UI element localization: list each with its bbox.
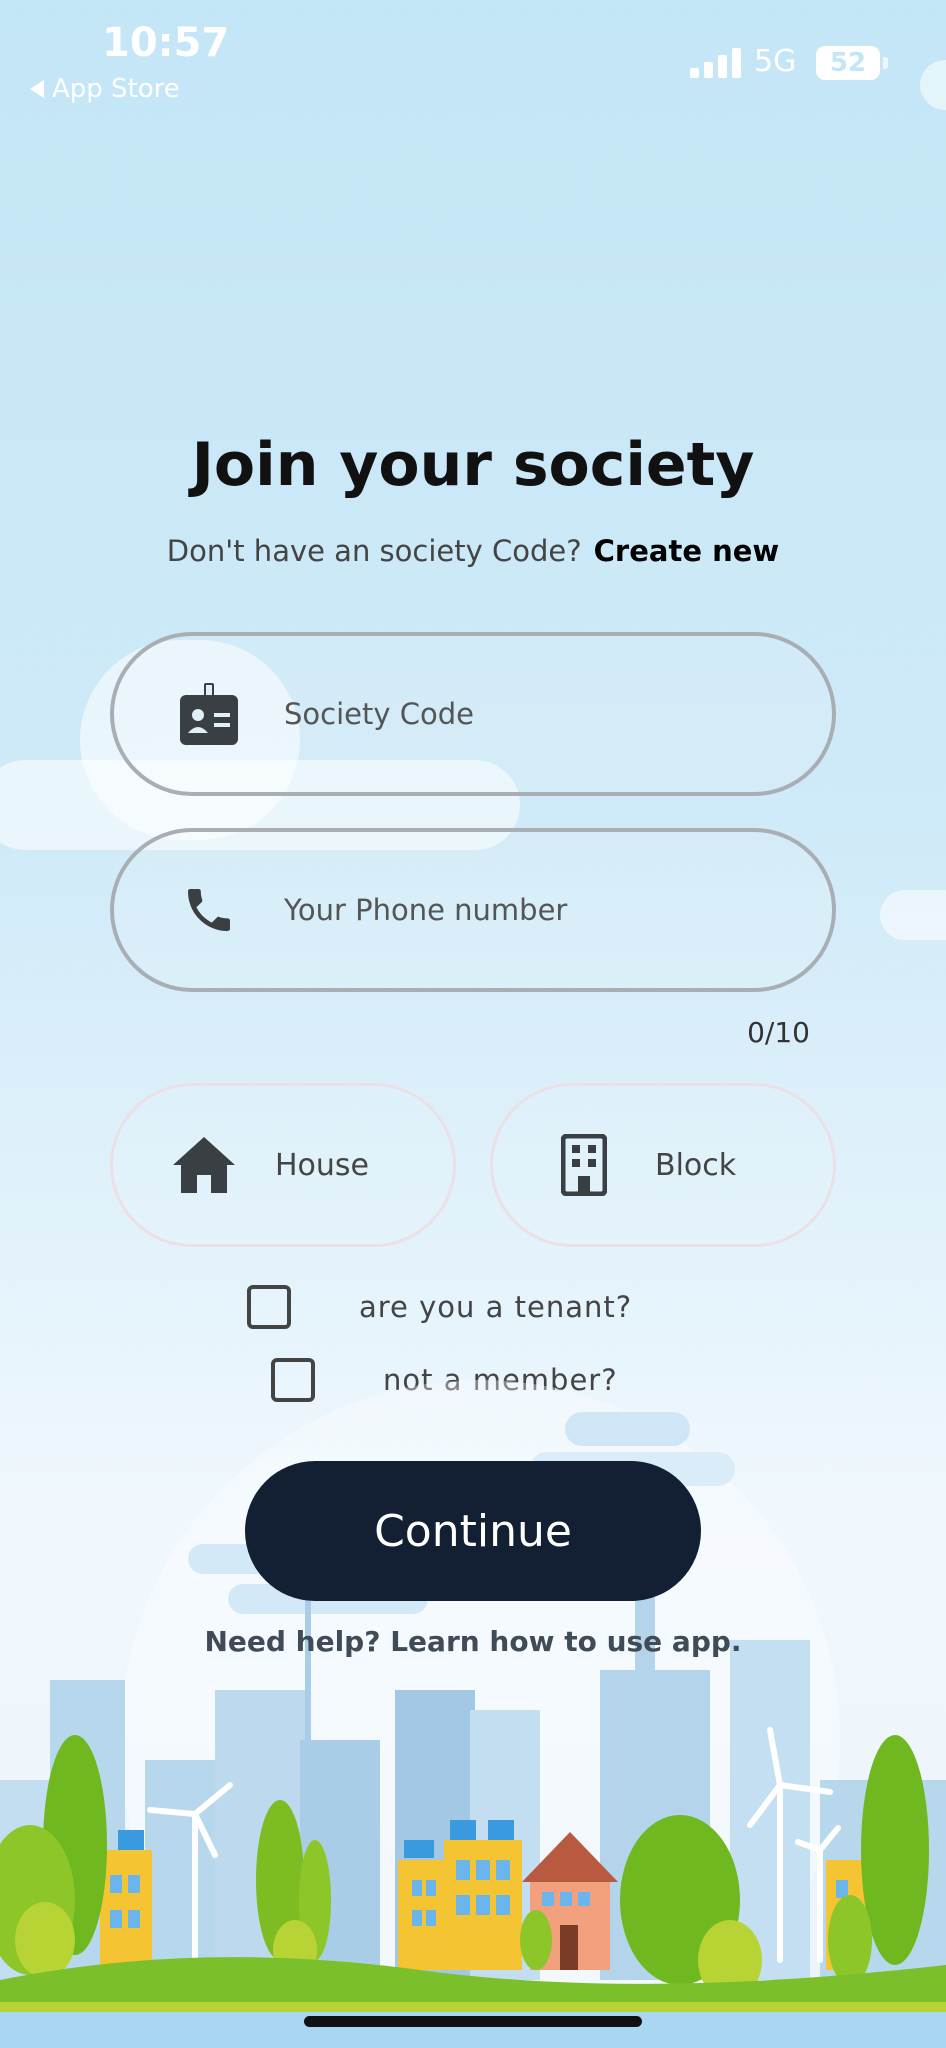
back-to-app-store-link[interactable]: App Store bbox=[30, 74, 180, 104]
status-bar: 10:57 App Store 5G 52 bbox=[0, 0, 946, 120]
create-new-link[interactable]: Create new bbox=[594, 534, 780, 568]
help-link[interactable]: Need help? Learn how to use app. bbox=[0, 1625, 946, 1658]
society-code-input[interactable]: Society Code bbox=[284, 697, 474, 731]
phone-icon bbox=[178, 879, 240, 941]
id-badge-icon bbox=[178, 683, 240, 745]
building-icon bbox=[551, 1132, 617, 1198]
cloud-decoration bbox=[880, 890, 946, 940]
status-time: 10:57 bbox=[102, 20, 230, 66]
society-code-field[interactable]: Society Code bbox=[110, 632, 836, 796]
page-title: Join your society bbox=[191, 430, 755, 500]
house-icon bbox=[171, 1132, 237, 1198]
home-indicator[interactable] bbox=[304, 2016, 642, 2027]
continue-button[interactable]: Continue bbox=[245, 1461, 701, 1601]
back-link-label: App Store bbox=[52, 74, 180, 104]
phone-number-field[interactable]: Your Phone number bbox=[110, 828, 836, 992]
network-type: 5G bbox=[754, 44, 797, 79]
battery-icon: 52 bbox=[816, 46, 888, 80]
tenant-checkbox[interactable] bbox=[247, 1285, 291, 1329]
phone-char-counter: 0/10 bbox=[747, 1016, 810, 1049]
house-selector[interactable]: House bbox=[110, 1083, 456, 1247]
tenant-checkbox-row[interactable]: are you a tenant? bbox=[247, 1285, 632, 1329]
subtitle-text: Don't have an society Code? bbox=[166, 534, 582, 568]
house-label: House bbox=[275, 1147, 370, 1183]
back-arrow-icon bbox=[30, 80, 44, 98]
phone-number-input[interactable]: Your Phone number bbox=[284, 893, 567, 927]
block-selector[interactable]: Block bbox=[490, 1083, 836, 1247]
create-society-prompt: Don't have an society Code? Create new bbox=[0, 534, 946, 568]
cellular-signal-icon bbox=[690, 46, 741, 78]
block-label: Block bbox=[655, 1147, 737, 1183]
tenant-checkbox-label: are you a tenant? bbox=[359, 1290, 633, 1324]
